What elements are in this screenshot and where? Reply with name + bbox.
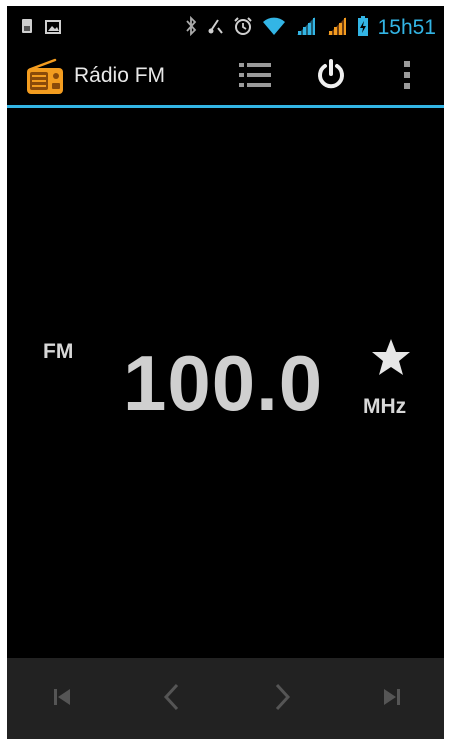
skip-first-icon — [51, 686, 73, 712]
band-label: FM — [43, 340, 74, 363]
seek-last-button[interactable] — [369, 676, 415, 722]
image-icon — [45, 19, 61, 38]
sim-card-icon — [21, 18, 33, 38]
power-icon — [315, 59, 347, 95]
status-left-icons — [21, 18, 61, 38]
power-button[interactable] — [305, 54, 357, 100]
signal-orange-icon — [326, 16, 348, 40]
headset-off-icon — [206, 16, 224, 40]
skip-last-icon — [381, 686, 403, 712]
status-right-icons: 15h51 — [185, 14, 436, 42]
prev-button[interactable] — [149, 676, 195, 722]
frequency-value: 100.0 — [123, 339, 324, 427]
channel-list-button[interactable] — [229, 54, 281, 100]
status-bar: 15h51 — [7, 6, 444, 48]
status-time: 15h51 — [377, 16, 436, 39]
overflow-menu-button[interactable] — [387, 54, 427, 100]
channel-list-icon — [238, 61, 272, 93]
battery-icon — [357, 16, 369, 40]
chevron-left-icon — [161, 682, 183, 716]
action-bar: Rádio FM — [7, 48, 444, 105]
radio-icon[interactable] — [25, 57, 65, 97]
frequency-unit: MHz — [363, 395, 407, 418]
next-button[interactable] — [259, 676, 305, 722]
bottom-nav-bar — [7, 658, 444, 739]
signal-icon — [295, 16, 317, 40]
overflow-menu-icon — [403, 60, 411, 94]
bluetooth-icon — [185, 15, 197, 40]
wifi-icon — [262, 16, 286, 40]
tuner-display: FM 100.0 MHz — [7, 108, 444, 658]
phone-screen: 15h51 Rádio FM FM 100.0 MHz — [7, 6, 444, 739]
seek-first-button[interactable] — [39, 676, 85, 722]
star-icon[interactable] — [371, 337, 411, 377]
chevron-right-icon — [271, 682, 293, 716]
app-title: Rádio FM — [74, 64, 166, 87]
alarm-icon — [233, 16, 253, 40]
